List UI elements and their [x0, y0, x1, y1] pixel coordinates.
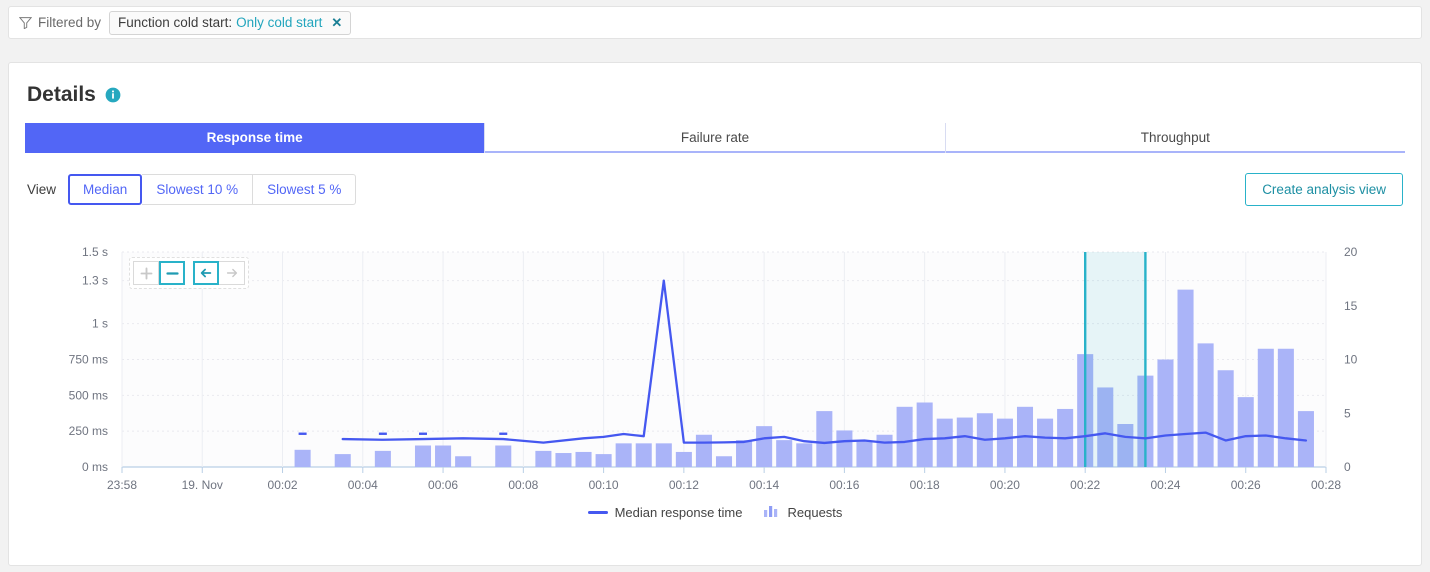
filter-chip-key: Function cold start:	[118, 14, 233, 30]
svg-text:00:20: 00:20	[990, 478, 1020, 492]
view-option-median[interactable]: Median	[68, 174, 143, 205]
svg-text:00:24: 00:24	[1150, 478, 1180, 492]
zoom-out-icon[interactable]	[159, 261, 185, 285]
tab-response-time-label: Response time	[206, 129, 303, 145]
tab-failure-rate[interactable]: Failure rate	[485, 123, 945, 153]
svg-text:00:10: 00:10	[589, 478, 619, 492]
svg-text:1.5 s: 1.5 s	[82, 245, 108, 259]
close-icon[interactable]: ✕	[331, 16, 342, 29]
svg-text:00:04: 00:04	[348, 478, 378, 492]
filtered-by-label: Filtered by	[38, 15, 102, 30]
filter-chip-value: Only cold start	[236, 14, 323, 30]
svg-text:00:06: 00:06	[428, 478, 458, 492]
metric-tabs: Response time Failure rate Throughput	[25, 123, 1405, 153]
svg-text:00:28: 00:28	[1311, 478, 1341, 492]
view-segmented-control: Median Slowest 10 % Slowest 5 %	[68, 174, 357, 205]
chart-zoom-toolbar	[129, 257, 249, 289]
svg-text:250 ms: 250 ms	[69, 424, 108, 438]
legend-label-requests: Requests	[787, 505, 843, 520]
svg-text:1.3 s: 1.3 s	[82, 274, 108, 288]
tab-throughput[interactable]: Throughput	[945, 123, 1405, 153]
zoom-button-group	[133, 261, 185, 285]
svg-text:00:18: 00:18	[910, 478, 940, 492]
svg-text:00:08: 00:08	[508, 478, 538, 492]
svg-text:00:16: 00:16	[829, 478, 859, 492]
svg-text:0 ms: 0 ms	[82, 460, 108, 474]
funnel-icon	[19, 16, 32, 29]
legend-item-requests[interactable]: Requests	[764, 505, 842, 520]
chart-container: 1.5 s 1.3 s 1 s 750 ms 500 ms 250 ms 0 ms 20 15 1…	[9, 240, 1421, 530]
chart-legend: Median response time Requests	[9, 505, 1421, 520]
tab-response-time[interactable]: Response time	[25, 123, 485, 153]
view-option-slowest-10[interactable]: Slowest 10 %	[142, 174, 254, 205]
view-selector: View Median Slowest 10 % Slowest 5 %	[27, 174, 357, 205]
bars-marker-icon	[764, 505, 780, 520]
details-title-text: Details	[27, 83, 96, 106]
arrow-left-icon[interactable]	[193, 261, 219, 285]
svg-text:00:14: 00:14	[749, 478, 779, 492]
zoom-in-icon[interactable]	[133, 261, 159, 285]
svg-text:20: 20	[1344, 245, 1358, 259]
filter-chip[interactable]: Function cold start: Only cold start ✕	[109, 10, 352, 35]
svg-text:750 ms: 750 ms	[69, 353, 108, 367]
view-label: View	[27, 182, 57, 197]
svg-text:15: 15	[1344, 299, 1358, 313]
svg-text:5: 5	[1344, 406, 1351, 420]
svg-text:0: 0	[1344, 460, 1351, 474]
svg-text:19. Nov: 19. Nov	[182, 478, 223, 492]
tab-throughput-label: Throughput	[1140, 129, 1210, 145]
legend-label-median: Median response time	[614, 505, 743, 520]
create-analysis-view-button[interactable]: Create analysis view	[1245, 173, 1403, 206]
info-icon[interactable]	[105, 87, 121, 103]
svg-text:1 s: 1 s	[92, 317, 108, 331]
svg-text:500 ms: 500 ms	[69, 388, 108, 402]
svg-text:00:02: 00:02	[268, 478, 298, 492]
view-row: View Median Slowest 10 % Slowest 5 % Cre…	[27, 173, 1403, 206]
svg-text:00:22: 00:22	[1070, 478, 1100, 492]
legend-item-median[interactable]: Median response time	[587, 505, 743, 520]
pan-button-group	[193, 261, 245, 285]
svg-text:00:26: 00:26	[1231, 478, 1261, 492]
arrow-right-icon[interactable]	[219, 261, 245, 285]
svg-text:00:12: 00:12	[669, 478, 699, 492]
details-panel: Details Response time Failure rate Throu…	[8, 62, 1422, 566]
tab-failure-rate-label: Failure rate	[680, 129, 750, 145]
page-title: Details	[27, 83, 1421, 107]
view-option-slowest-5[interactable]: Slowest 5 %	[253, 174, 357, 205]
filter-bar: Filtered by Function cold start: Only co…	[8, 6, 1422, 39]
line-marker-icon	[587, 511, 608, 514]
svg-text:23:58: 23:58	[107, 478, 137, 492]
svg-text:10: 10	[1344, 353, 1358, 367]
